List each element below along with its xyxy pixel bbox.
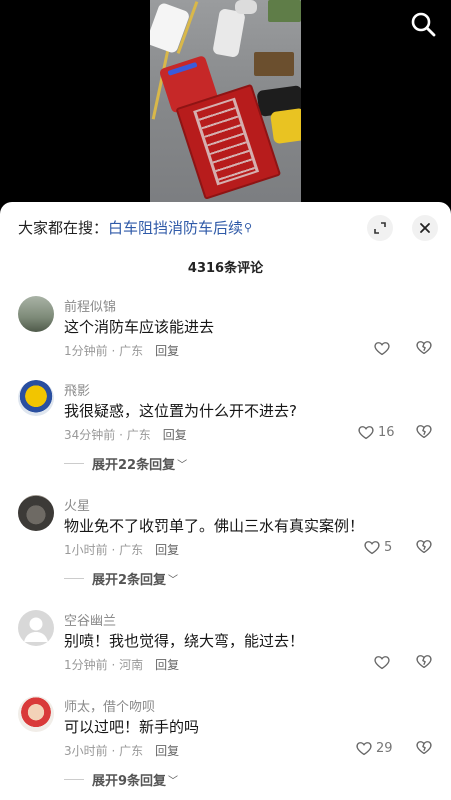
divider [64,463,84,464]
comment-meta: 34分钟前 · 广东 回复 [64,426,187,443]
comment-count: 4316条评论 [187,261,264,276]
comment-sheet: 大家都在搜：白车阻挡消防车后续⚲ 4316条评论 前程似锦 这个消防车应该能进去… [0,202,451,800]
like-button[interactable]: 16 [357,422,395,442]
default-avatar-icon [24,617,48,642]
dislike-button[interactable] [415,537,435,557]
like-button[interactable] [373,338,391,358]
dislike-button[interactable] [415,338,435,358]
dislike-button[interactable] [415,652,435,672]
broken-heart-icon [416,425,432,439]
search-icon [411,12,436,37]
expand-replies[interactable]: 展开9条回复 ﹀ [64,770,178,789]
comment-text: 别喷！我也觉得，绕大弯，能过去！ [64,632,305,650]
like-count: 16 [378,424,395,440]
divider [64,578,84,579]
comment-item: 空谷幽兰 别喷！我也觉得，绕大弯，能过去！ 1分钟前 · 河南 回复 [0,608,451,696]
comment-time: 1小时前 · 广东 [64,543,144,557]
tree [268,0,301,22]
comment-text: 我很疑惑，这位置为什么开不进去? [64,402,297,420]
expand-replies-label: 展开2条回复 [92,573,167,588]
avatar[interactable] [18,696,54,732]
heart-icon [358,426,374,440]
expand-button[interactable] [367,215,393,241]
hot-search[interactable]: 大家都在搜：白车阻挡消防车后续⚲ [18,217,252,238]
comment-author[interactable]: 师太，借个吻呗 [64,696,155,715]
video-frame [150,0,301,210]
expand-replies[interactable]: 展开2条回复 ﹀ [64,569,178,588]
car [235,0,257,14]
comment-item: 飛影 我很疑惑，这位置为什么开不进去? 34分钟前 · 广东 回复 16 展开22… [0,378,451,473]
reply-button[interactable]: 回复 [155,744,179,758]
reply-button[interactable]: 回复 [155,543,179,557]
hot-search-keyword[interactable]: 白车阻挡消防车后续 [108,219,243,237]
avatar[interactable] [18,296,54,332]
comment-text: 物业免不了收罚单了。佛山三水有真实案例！ [64,517,365,535]
broken-heart-icon [416,741,432,755]
heart-icon [356,742,372,756]
like-button[interactable] [373,652,391,672]
comment-author[interactable]: 飛影 [64,380,90,399]
video-player[interactable] [0,0,451,210]
like-count: 5 [384,539,393,555]
comment-author[interactable]: 火星 [64,495,90,514]
expand-replies-label: 展开9条回复 [92,774,167,789]
comment-author[interactable]: 空谷幽兰 [64,610,116,629]
broken-heart-icon [416,540,432,554]
reply-button[interactable]: 回复 [163,428,187,442]
comment-item: 师太，借个吻呗 可以过吧！新手的吗 3小时前 · 广东 回复 29 展开9条回复 ﹀ [0,694,451,789]
heart-icon [364,541,380,555]
chevron-down-icon: ﹀ [168,776,179,787]
sheet-header: 大家都在搜：白车阻挡消防车后续⚲ [0,202,451,254]
avatar[interactable] [18,610,54,646]
comment-meta: 1小时前 · 广东 回复 [64,541,179,558]
chevron-down-icon: ﹀ [177,460,188,471]
chevron-down-icon: ﹀ [168,575,179,586]
divider [64,779,84,780]
comment-time: 3小时前 · 广东 [64,744,144,758]
hot-search-prefix: 大家都在搜： [18,219,109,237]
comment-item: 前程似锦 这个消防车应该能进去 1分钟前 · 广东 回复 [0,294,451,382]
comment-text: 这个消防车应该能进去 [64,318,215,336]
comment-text: 可以过吧！新手的吗 [64,718,200,736]
comment-author[interactable]: 前程似锦 [64,296,116,315]
reply-button[interactable]: 回复 [155,344,179,358]
comment-time: 34分钟前 · 广东 [64,428,151,442]
comment-meta: 1分钟前 · 广东 回复 [64,342,179,359]
close-button[interactable] [412,215,438,241]
heart-icon [374,342,390,356]
comment-meta: 1分钟前 · 河南 回复 [64,656,179,673]
reply-button[interactable]: 回复 [155,658,179,672]
expand-replies-label: 展开22条回复 [92,458,176,473]
dislike-button[interactable] [415,422,435,442]
close-icon [420,223,430,233]
like-button[interactable]: 5 [363,537,392,557]
like-count: 29 [376,740,393,756]
avatar[interactable] [18,380,54,416]
comment-time: 1分钟前 · 河南 [64,658,144,672]
expand-icon [374,222,386,234]
avatar[interactable] [18,495,54,531]
heart-icon [374,656,390,670]
comment-meta: 3小时前 · 广东 回复 [64,742,179,759]
comment-time: 1分钟前 · 广东 [64,344,144,358]
expand-replies[interactable]: 展开22条回复 ﹀ [64,454,187,473]
dislike-button[interactable] [415,738,435,758]
broken-heart-icon [416,341,432,355]
comment-item: 火星 物业免不了收罚单了。佛山三水有真实案例！ 1小时前 · 广东 回复 5 展开… [0,493,451,588]
like-button[interactable]: 29 [355,738,393,758]
broken-heart-icon [416,655,432,669]
search-button[interactable] [409,10,437,38]
search-small-icon: ⚲ [244,221,253,234]
